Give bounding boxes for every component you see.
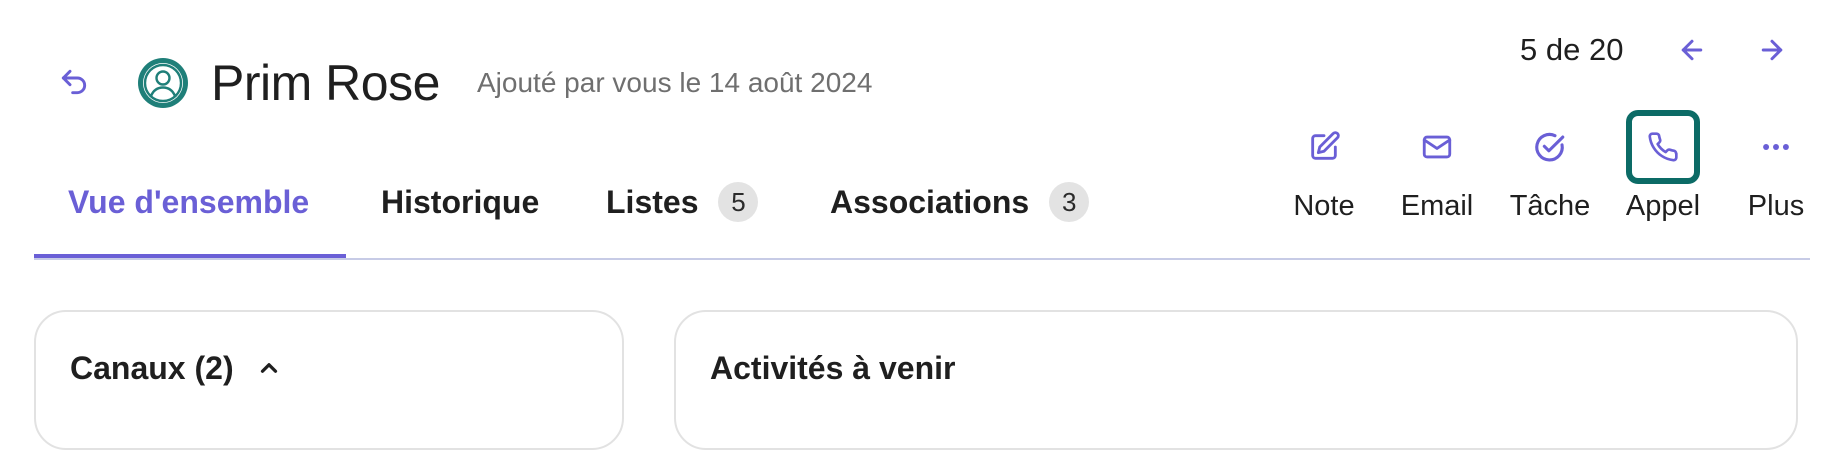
action-label: Email — [1400, 190, 1474, 222]
phone-icon — [1648, 132, 1678, 162]
upcoming-activities-card: Activités à venir — [674, 310, 1798, 450]
arrow-right-icon — [1761, 39, 1783, 61]
email-button[interactable]: Email — [1385, 110, 1489, 224]
more-horizontal-icon — [1763, 144, 1789, 150]
previous-record-button[interactable] — [1672, 30, 1712, 70]
upcoming-activities-title: Activités à venir — [710, 350, 956, 386]
added-by-subtitle: Ajouté par vous le 14 août 2024 — [477, 67, 873, 98]
user-circle-icon — [138, 58, 188, 108]
record-pager: 5 de 20 — [1520, 32, 1624, 67]
tab-lists[interactable]: Listes 5 — [606, 180, 759, 224]
tab-label: Associations — [830, 184, 1030, 220]
channels-card-title: Canaux (2) — [70, 350, 234, 386]
more-button[interactable]: Plus — [1724, 110, 1828, 224]
action-label: Appel — [1625, 190, 1701, 222]
channels-card-header[interactable]: Canaux (2) — [70, 348, 282, 388]
edit-icon — [1311, 131, 1340, 160]
arrow-left-icon — [1681, 39, 1703, 61]
count-badge: 3 — [1049, 182, 1090, 222]
undo-arrow-icon — [61, 69, 87, 95]
avatar — [137, 57, 189, 109]
task-button[interactable]: Tâche — [1498, 110, 1602, 224]
check-circle-icon — [1535, 132, 1565, 162]
tab-history[interactable]: Historique — [381, 180, 539, 224]
note-button[interactable]: Note — [1272, 110, 1376, 224]
page-title: Prim Rose — [211, 55, 440, 111]
back-button[interactable] — [52, 62, 96, 102]
channels-card: Canaux (2) — [34, 310, 624, 450]
call-button[interactable]: Appel — [1611, 110, 1715, 224]
tab-label: Vue d'ensemble — [68, 184, 310, 220]
action-label: Tâche — [1509, 190, 1591, 222]
tabs-divider — [34, 258, 1810, 260]
tab-overview[interactable]: Vue d'ensemble — [68, 180, 309, 224]
tab-associations[interactable]: Associations 3 — [830, 180, 1090, 224]
count-badge: 5 — [718, 182, 759, 222]
action-label: Note — [1293, 190, 1355, 222]
mail-icon — [1422, 135, 1452, 159]
tab-label: Historique — [381, 184, 540, 220]
chevron-up-icon — [260, 363, 277, 373]
focus-ring — [1626, 110, 1700, 184]
next-record-button[interactable] — [1752, 30, 1792, 70]
action-label: Plus — [1747, 190, 1805, 222]
tab-label: Listes — [606, 184, 699, 220]
